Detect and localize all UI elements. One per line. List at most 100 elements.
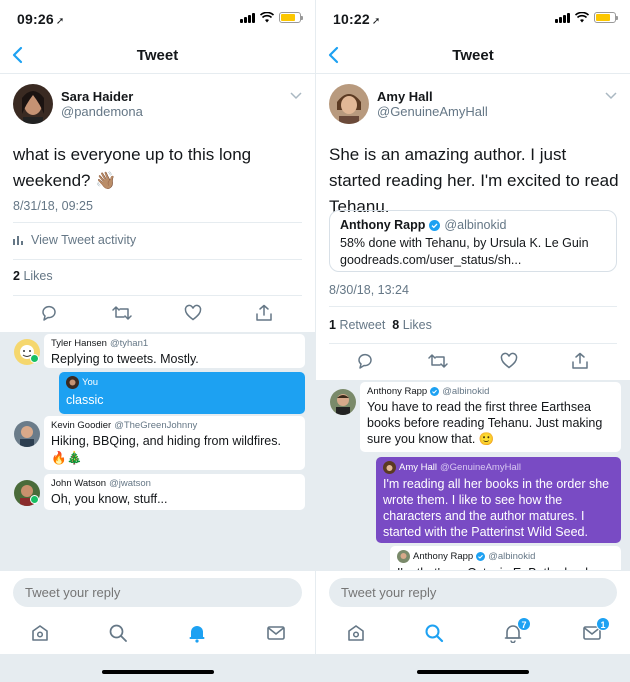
tab-bar bbox=[0, 614, 315, 654]
avatar[interactable] bbox=[14, 421, 40, 447]
status-bar: 10:22 ➚ bbox=[316, 0, 630, 38]
reply-text: I'm reading all her books in the order s… bbox=[383, 477, 610, 539]
avatar[interactable] bbox=[330, 389, 356, 415]
online-indicator bbox=[30, 354, 39, 363]
search-icon[interactable] bbox=[424, 623, 444, 643]
activity-label: View Tweet activity bbox=[31, 233, 137, 247]
reply-author-handle: @jwatson bbox=[109, 478, 151, 489]
reply-card[interactable]: John Watson @jwatson Oh, you know, stuff.… bbox=[44, 474, 305, 510]
retweet-icon[interactable] bbox=[428, 352, 448, 370]
tweet-stats[interactable]: 1 Retweet 8 Likes bbox=[329, 318, 432, 332]
tweet-date: 8/30/18, 13:24 bbox=[329, 283, 409, 297]
bar-chart-icon bbox=[13, 236, 23, 245]
avatar bbox=[383, 461, 396, 474]
divider bbox=[13, 295, 302, 296]
reply-author-name: Anthony Rapp bbox=[413, 551, 474, 562]
tweet-actions bbox=[316, 348, 630, 378]
reply-author-name: Anthony Rapp bbox=[367, 386, 428, 397]
reply-emoji: 🔥🎄 bbox=[51, 451, 83, 465]
tweet-stats[interactable]: 2 Likes bbox=[13, 269, 53, 283]
reply-author-handle: @tyhan1 bbox=[109, 338, 149, 349]
page-title: Tweet bbox=[136, 47, 179, 64]
retweet-icon[interactable] bbox=[112, 304, 132, 322]
tweet-text: She is an amazing author. I just started… bbox=[329, 145, 619, 216]
messages-badge: 1 bbox=[596, 617, 610, 631]
heart-icon[interactable] bbox=[184, 304, 202, 322]
quote-author-name: Anthony Rapp bbox=[340, 218, 426, 232]
avatar[interactable] bbox=[329, 84, 369, 124]
online-indicator bbox=[30, 495, 39, 504]
quote-text: 58% done with Tehanu, by Ursula K. Le Gu… bbox=[340, 236, 589, 250]
reply-card[interactable]: Kevin Goodier @TheGreenJohnny Hiking, BBQ… bbox=[44, 416, 305, 470]
reply-text: You have to read the first three Earthse… bbox=[367, 400, 603, 446]
reply-text: Replying to tweets. Mostly. bbox=[51, 352, 199, 366]
reply-author-name: You bbox=[82, 377, 99, 388]
tweet-date: 8/31/18, 09:25 bbox=[13, 199, 93, 213]
avatar bbox=[397, 550, 410, 563]
battery-icon bbox=[279, 12, 303, 23]
quote-author-handle: @albinokid bbox=[444, 218, 507, 232]
reply-text: classic bbox=[66, 393, 104, 407]
chevron-down-icon[interactable] bbox=[290, 92, 302, 100]
retweets-label: Retweet bbox=[339, 318, 386, 332]
home-icon[interactable] bbox=[30, 623, 50, 643]
chevron-down-icon[interactable] bbox=[605, 92, 617, 100]
own-reply-card[interactable]: You classic bbox=[59, 372, 305, 414]
bell-icon[interactable] bbox=[187, 623, 207, 643]
right-screen: 10:22 ➚ Tweet Amy Hall @GenuineAmyHall Sh… bbox=[315, 0, 630, 682]
home-icon[interactable] bbox=[346, 623, 366, 643]
wifi-icon bbox=[260, 12, 274, 23]
reply-author-name: Amy Hall bbox=[399, 462, 438, 473]
reply-author-name: John Watson bbox=[51, 478, 107, 489]
home-indicator[interactable] bbox=[101, 670, 214, 674]
divider bbox=[13, 222, 302, 223]
search-icon[interactable] bbox=[108, 623, 128, 643]
divider bbox=[329, 306, 617, 307]
heart-icon[interactable] bbox=[500, 352, 518, 370]
reply-author-handle: @GenuineAmyHall bbox=[440, 462, 521, 473]
retweets-count: 1 bbox=[329, 318, 336, 332]
avatar[interactable] bbox=[13, 84, 53, 124]
tweet-text: what is everyone up to this long weekend… bbox=[13, 145, 252, 190]
avatar bbox=[66, 376, 79, 389]
likes-count: 2 bbox=[13, 269, 20, 283]
battery-icon bbox=[594, 12, 618, 23]
author-name[interactable]: Amy Hall bbox=[377, 89, 433, 104]
verified-icon bbox=[430, 387, 440, 396]
author-name[interactable]: Sara Haider bbox=[61, 89, 133, 104]
reply-input[interactable] bbox=[13, 578, 302, 607]
own-reply-card[interactable]: Amy Hall @GenuineAmyHall I'm reading all … bbox=[376, 457, 621, 543]
tweet-author: Amy Hall @GenuineAmyHall bbox=[329, 84, 617, 126]
reply-card[interactable]: Tyler Hansen @tyhan1 Replying to tweets. … bbox=[44, 334, 305, 368]
share-icon[interactable] bbox=[571, 352, 589, 370]
reply-composer bbox=[316, 570, 630, 614]
view-activity-link[interactable]: View Tweet activity bbox=[13, 233, 136, 247]
reply-icon[interactable] bbox=[356, 352, 374, 370]
author-handle[interactable]: @GenuineAmyHall bbox=[377, 104, 488, 119]
reply-icon[interactable] bbox=[40, 304, 58, 322]
quoted-tweet[interactable]: Anthony Rapp @albinokid 58% done with Te… bbox=[329, 210, 617, 272]
reply-author-name: Tyler Hansen bbox=[51, 338, 107, 349]
reply-author-handle: @albinokid bbox=[442, 386, 490, 397]
signal-icon bbox=[555, 12, 570, 23]
page-title: Tweet bbox=[452, 47, 494, 64]
nav-bar: Tweet bbox=[0, 38, 315, 74]
home-indicator[interactable] bbox=[417, 670, 529, 674]
quote-link[interactable]: goodreads.com/user_status/sh... bbox=[340, 252, 606, 269]
likes-label: Likes bbox=[23, 269, 53, 283]
envelope-icon[interactable] bbox=[266, 623, 286, 643]
share-icon[interactable] bbox=[255, 304, 273, 322]
reply-text: Oh, you know, stuff... bbox=[51, 492, 168, 506]
nav-bar: Tweet bbox=[316, 38, 630, 74]
reply-author-handle: @TheGreenJohnny bbox=[114, 420, 198, 431]
tab-bar: 7 1 bbox=[316, 614, 630, 654]
tab-notifications[interactable]: 7 bbox=[503, 617, 531, 644]
reply-card[interactable]: Anthony Rapp @albinokid You have to read … bbox=[360, 382, 621, 452]
status-time: 10:22 bbox=[333, 11, 370, 27]
verified-icon bbox=[429, 219, 441, 231]
left-screen: 09:26 ➚ Tweet Sara Haider @pandemona what… bbox=[0, 0, 315, 682]
reply-author-handle: @albinokid bbox=[488, 551, 536, 562]
tab-messages[interactable]: 1 bbox=[582, 617, 610, 643]
author-handle[interactable]: @pandemona bbox=[61, 104, 143, 119]
reply-input[interactable] bbox=[329, 578, 617, 607]
